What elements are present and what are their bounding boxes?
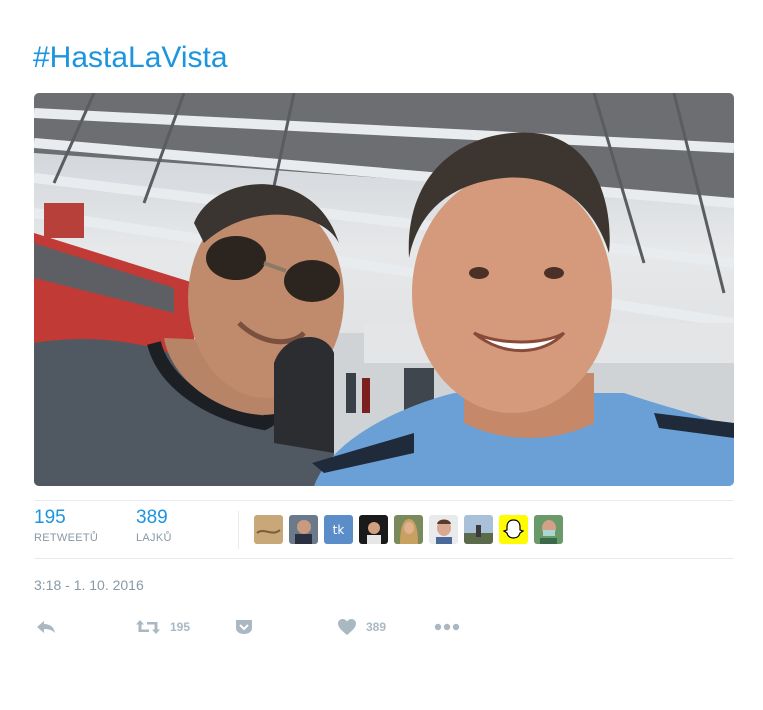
avatar-snapchat[interactable] <box>499 515 528 544</box>
like-button[interactable]: 389 <box>337 614 386 640</box>
avatar-tk-text: tk <box>333 523 345 537</box>
like-action-count: 389 <box>366 620 387 634</box>
tweet-stats: 195 RETWEETŮ 389 LAJKŮ tk <box>34 500 734 559</box>
reply-button[interactable] <box>36 614 56 640</box>
save-icon <box>234 619 254 635</box>
avatar-hair[interactable] <box>394 515 423 544</box>
retweet-icon <box>135 619 161 635</box>
tweet-timestamp[interactable]: 3:18 - 1. 10. 2016 <box>34 577 144 593</box>
selfie-image <box>34 93 734 486</box>
like-label: LAJKŮ <box>136 532 172 544</box>
retweet-stat[interactable]: 195 RETWEETŮ <box>34 507 98 544</box>
retweet-button[interactable]: 195 <box>135 614 190 640</box>
hashtag-link[interactable]: #HastaLaVista <box>33 38 228 78</box>
retweet-label: RETWEETŮ <box>34 532 99 544</box>
avatar-face[interactable] <box>429 515 458 544</box>
more-icon <box>434 623 460 631</box>
tweet-actions: 195 389 <box>34 614 734 644</box>
stats-divider <box>238 511 239 549</box>
avatar-sand[interactable] <box>254 515 283 544</box>
liker-avatars: tk <box>254 515 563 544</box>
avatar-outdoor[interactable] <box>464 515 493 544</box>
heart-icon <box>337 618 357 636</box>
more-button[interactable] <box>434 614 460 640</box>
avatar-photo[interactable] <box>289 515 318 544</box>
save-button[interactable] <box>234 614 254 640</box>
avatar-tk[interactable]: tk <box>324 515 353 544</box>
avatar-mask[interactable] <box>534 515 563 544</box>
tweet-photo[interactable] <box>34 93 734 486</box>
like-stat[interactable]: 389 LAJKŮ <box>136 507 172 544</box>
reply-icon <box>36 619 56 635</box>
retweet-count[interactable]: 195 <box>34 507 98 529</box>
like-count[interactable]: 389 <box>136 507 172 529</box>
retweet-action-count: 195 <box>170 620 191 634</box>
avatar-dark[interactable] <box>359 515 388 544</box>
